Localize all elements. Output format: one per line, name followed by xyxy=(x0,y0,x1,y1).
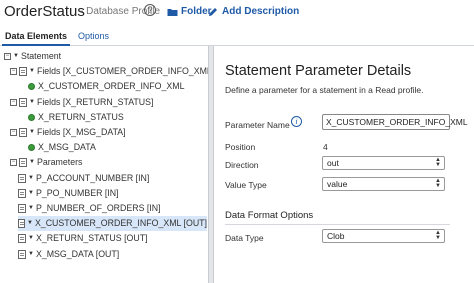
details-title: Statement Parameter Details xyxy=(225,63,412,79)
select-arrows-icon: ▲ ▼ xyxy=(435,230,441,241)
tree-row-label: X_MSG_DATA xyxy=(38,142,96,153)
expand-triangle-icon[interactable]: ▼ xyxy=(29,64,35,79)
element-icon xyxy=(18,204,26,213)
tree-row-label: X_RETURN_STATUS xyxy=(38,111,124,122)
help-icon[interactable]: ? xyxy=(144,4,156,16)
collapse-toggle-icon[interactable]: − xyxy=(4,53,11,60)
position-value: 4 xyxy=(323,142,328,152)
data-type-label: Data Type xyxy=(225,233,264,243)
field-icon xyxy=(28,83,35,91)
collapse-toggle-icon[interactable]: − xyxy=(10,98,17,106)
collapse-toggle-icon[interactable]: − xyxy=(10,129,17,136)
element-icon xyxy=(19,97,27,107)
tree-row[interactable]: ▼ P_PO_NUMBER [IN] xyxy=(18,186,119,201)
add-description-label: Add Description xyxy=(222,6,300,17)
tree-row[interactable]: − ▼ Fields [X_CUSTOMER_ORDER_INFO_XML] xyxy=(10,64,214,79)
folder-link[interactable]: Folder xyxy=(167,6,212,17)
tree-row-label: P_NUMBER_OF_ORDERS [IN] xyxy=(35,203,161,213)
tree-row[interactable]: X_MSG_DATA xyxy=(28,140,96,155)
tree-row-label: P_ACCOUNT_NUMBER [IN] xyxy=(35,172,150,183)
info-icon[interactable]: i xyxy=(291,116,302,127)
direction-label: Direction xyxy=(225,160,259,170)
value-type-select[interactable]: value ▲ ▼ xyxy=(322,177,445,191)
tree-row[interactable]: ▼ X_CUSTOMER_ORDER_INFO_XML [OUT] xyxy=(18,216,207,232)
tree-row[interactable]: ▼ P_NUMBER_OF_ORDERS [IN] xyxy=(18,201,161,216)
tree-row-label: Fields [X_MSG_DATA] xyxy=(36,127,126,137)
position-label: Position xyxy=(225,142,256,152)
section-divider xyxy=(225,224,450,225)
expand-triangle-icon[interactable]: ▼ xyxy=(28,171,34,186)
tab-bar: Data Elements Options xyxy=(0,28,474,46)
element-icon xyxy=(18,188,26,198)
tree-row-label: Parameters xyxy=(36,157,83,168)
tree-row[interactable]: ▼ X_RETURN_STATUS [OUT] xyxy=(18,231,148,246)
tree-row-label: X_CUSTOMER_ORDER_INFO_XML [OUT] xyxy=(34,218,207,229)
data-elements-tree: − ▼ Statement − ▼ Fields [X_CUSTOMER_ORDER_IN… xyxy=(0,46,214,283)
expand-triangle-icon[interactable]: ▼ xyxy=(29,155,35,170)
expand-triangle-icon[interactable]: ▼ xyxy=(28,201,34,216)
field-icon xyxy=(28,113,35,121)
element-icon xyxy=(18,249,26,259)
element-icon xyxy=(18,173,26,183)
data-type-value: Clob xyxy=(327,231,345,241)
add-description-link[interactable]: Add Description xyxy=(208,6,299,17)
tree-row[interactable]: ▼ X_MSG_DATA [OUT] xyxy=(18,247,119,262)
edit-icon xyxy=(209,7,217,16)
tree-row[interactable]: ▼ P_ACCOUNT_NUMBER [IN] xyxy=(18,171,149,186)
tree-row-label: P_PO_NUMBER [IN] xyxy=(35,187,119,198)
tree-row-label: Fields [X_RETURN_STATUS] xyxy=(36,96,154,107)
element-icon xyxy=(19,158,27,168)
folder-label: Folder xyxy=(181,6,212,17)
value-type-value: value xyxy=(327,179,348,189)
data-format-options-heading: Data Format Options xyxy=(225,210,314,221)
tree-row-label: X_RETURN_STATUS [OUT] xyxy=(35,233,148,244)
tree-row[interactable]: − ▼ Statement xyxy=(4,49,61,64)
expand-triangle-icon[interactable]: ▼ xyxy=(28,186,34,201)
expand-triangle-icon[interactable]: ▼ xyxy=(28,231,34,246)
parameter-name-input[interactable]: X_CUSTOMER_ORDER_INFO_XML xyxy=(322,114,468,130)
collapse-toggle-icon[interactable]: − xyxy=(10,68,17,76)
element-icon xyxy=(19,128,27,137)
tab-options[interactable]: Options xyxy=(78,31,109,41)
tree-row[interactable]: X_RETURN_STATUS xyxy=(28,110,124,125)
expand-triangle-icon[interactable]: ▼ xyxy=(28,247,34,262)
tree-row[interactable]: − ▼ Parameters xyxy=(10,155,82,170)
select-arrows-icon: ▲ ▼ xyxy=(435,178,441,189)
field-icon xyxy=(28,144,35,152)
data-type-select[interactable]: Clob ▲ ▼ xyxy=(322,229,445,243)
expand-triangle-icon[interactable]: ▼ xyxy=(27,216,33,231)
element-icon xyxy=(19,67,27,77)
tree-row[interactable]: − ▼ Fields [X_MSG_DATA] xyxy=(10,125,126,140)
tree-row-label: X_CUSTOMER_ORDER_INFO_XML xyxy=(38,81,185,92)
expand-triangle-icon[interactable]: ▼ xyxy=(29,125,35,140)
tree-row[interactable]: − ▼ Fields [X_RETURN_STATUS] xyxy=(10,95,153,110)
tree-row[interactable]: X_CUSTOMER_ORDER_INFO_XML xyxy=(28,79,184,94)
direction-value: out xyxy=(327,158,339,168)
parameter-name-label: Parameter Name xyxy=(225,120,290,130)
details-description: Define a parameter for a statement in a … xyxy=(225,85,424,95)
statement-parameter-details: Statement Parameter Details Define a par… xyxy=(214,46,474,283)
tree-row-label: Fields [X_CUSTOMER_ORDER_INFO_XML] xyxy=(36,66,215,77)
page-header: OrderStatus - Database Profile ? Folder … xyxy=(0,0,474,26)
direction-select[interactable]: out ▲ ▼ xyxy=(322,156,445,170)
value-type-label: Value Type xyxy=(225,180,267,190)
select-arrows-icon: ▲ ▼ xyxy=(435,157,441,168)
tree-row-label: X_MSG_DATA [OUT] xyxy=(35,248,120,259)
expand-triangle-icon[interactable]: ▼ xyxy=(13,49,19,64)
tree-row-label: Statement xyxy=(20,51,62,61)
element-icon xyxy=(18,219,25,229)
tab-data-elements[interactable]: Data Elements xyxy=(1,31,71,46)
collapse-toggle-icon[interactable]: − xyxy=(10,159,17,167)
folder-icon xyxy=(167,8,178,16)
expand-triangle-icon[interactable]: ▼ xyxy=(29,95,35,110)
page-title: OrderStatus xyxy=(4,3,85,20)
element-icon xyxy=(18,234,26,244)
